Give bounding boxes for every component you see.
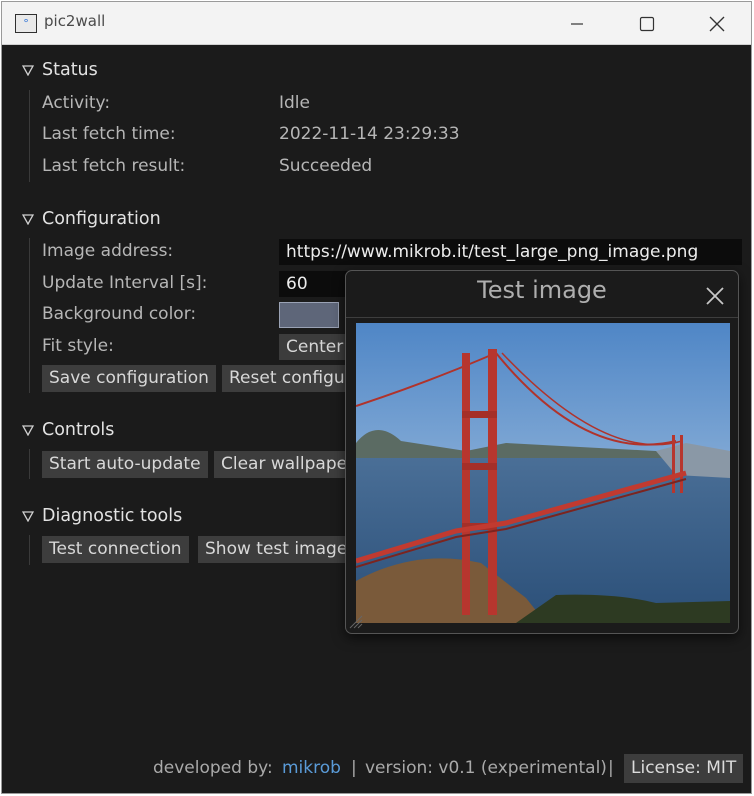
resize-grip-icon[interactable] <box>348 614 364 630</box>
app-icon: ° <box>15 14 37 33</box>
close-icon <box>709 16 725 31</box>
collapse-triangle-icon <box>22 214 34 225</box>
activity-value: Idle <box>279 93 310 113</box>
diagnostic-section-header[interactable]: Diagnostic tools <box>22 506 182 526</box>
last-fetch-result-value: Succeeded <box>279 156 373 176</box>
status-heading: Status <box>42 60 98 80</box>
fit-style-select[interactable]: Center <box>279 334 349 360</box>
status-indent-line <box>29 90 30 182</box>
close-window-button[interactable] <box>682 2 751 45</box>
maximize-button[interactable] <box>612 2 682 45</box>
configuration-heading: Configuration <box>42 209 161 229</box>
window-title: pic2wall <box>44 12 106 30</box>
update-interval-label: Update Interval [s]: <box>42 273 208 293</box>
clear-wallpaper-button[interactable]: Clear wallpaper <box>214 451 347 478</box>
update-interval-input[interactable]: 60 <box>279 271 349 297</box>
app-window: ° pic2wall Status Activity: Idle Last fe… <box>1 1 752 794</box>
developed-by-label: developed by: <box>153 758 273 778</box>
show-test-image-button[interactable]: Show test image <box>198 536 348 563</box>
maximize-icon <box>639 16 655 31</box>
popup-divider <box>346 317 738 318</box>
status-section-header[interactable]: Status <box>22 60 98 80</box>
footer-separator: | <box>351 758 357 778</box>
license-button[interactable]: License: MIT <box>624 754 744 783</box>
popup-close-icon[interactable] <box>704 285 726 307</box>
test-image-photo <box>356 323 730 623</box>
last-fetch-result-label: Last fetch result: <box>42 156 186 176</box>
version-text: version: v0.1 (experimental) <box>365 758 607 778</box>
fit-style-label: Fit style: <box>42 336 114 356</box>
background-color-swatch[interactable] <box>279 302 339 328</box>
collapse-triangle-icon <box>22 511 34 522</box>
collapse-triangle-icon <box>22 65 34 76</box>
save-configuration-button[interactable]: Save configuration <box>42 365 216 392</box>
test-image-popup[interactable]: Test image <box>345 270 739 634</box>
configuration-section-header[interactable]: Configuration <box>22 209 161 229</box>
main-panel: Status Activity: Idle Last fetch time: 2… <box>2 45 751 793</box>
footer: developed by: mikrob | version: v0.1 (ex… <box>2 754 751 784</box>
popup-title: Test image <box>477 276 607 304</box>
controls-indent-line <box>29 449 30 479</box>
configuration-indent-line <box>29 238 30 393</box>
background-color-label: Background color: <box>42 304 197 324</box>
last-fetch-time-value: 2022-11-14 23:29:33 <box>279 124 460 144</box>
minimize-icon <box>571 22 583 25</box>
start-auto-update-button[interactable]: Start auto-update <box>42 451 208 478</box>
controls-section-header[interactable]: Controls <box>22 420 114 440</box>
last-fetch-time-label: Last fetch time: <box>42 124 176 144</box>
footer-separator: | <box>608 758 614 778</box>
title-bar: ° pic2wall <box>2 2 751 45</box>
author-link[interactable]: mikrob <box>282 758 341 778</box>
image-address-input[interactable]: https://www.mikrob.it/test_large_png_ima… <box>279 239 742 265</box>
diagnostic-heading: Diagnostic tools <box>42 506 183 526</box>
image-address-label: Image address: <box>42 241 174 261</box>
activity-label: Activity: <box>42 93 111 113</box>
reset-configuration-button[interactable]: Reset configuration <box>222 365 347 392</box>
test-connection-button[interactable]: Test connection <box>42 536 189 563</box>
controls-heading: Controls <box>42 420 115 440</box>
minimize-button[interactable] <box>542 2 612 45</box>
collapse-triangle-icon <box>22 425 34 436</box>
diagnostic-indent-line <box>29 535 30 565</box>
